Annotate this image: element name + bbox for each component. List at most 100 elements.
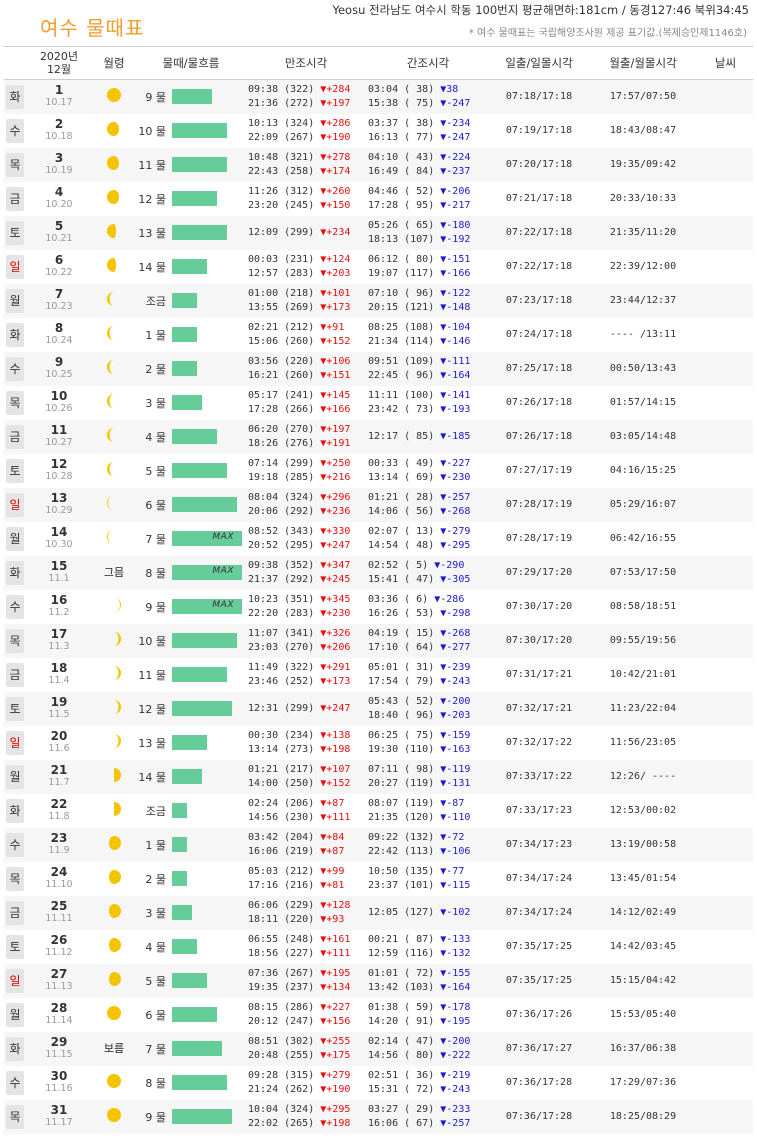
low-tide-2-diff: ▼-146 [440, 335, 471, 347]
day-number: 13 [50, 491, 68, 505]
moonrise-moonset: 11:23/22:04 [588, 691, 698, 726]
tide-bar: MAX [172, 565, 242, 580]
high-tide-1-diff: ▼+284 [320, 83, 351, 95]
lunar-date: 11.5 [48, 709, 70, 720]
moon-phase-icon [107, 1074, 121, 1088]
table-row: 목 3 10.19 11 물 10:48 (321) ▼+278 22:43 (2… [4, 147, 753, 182]
moon-phase-label: 보름 [103, 1041, 125, 1055]
low-tide-1-diff: ▼-72 [440, 831, 465, 843]
moon-phase-icon [109, 972, 121, 986]
low-tide-2-diff: ▼-164 [440, 981, 471, 993]
high-tide-2-diff: ▼+245 [320, 573, 351, 585]
low-tide-1: 02:14 ( 47) [368, 1035, 435, 1047]
high-tide-2-diff: ▼+151 [320, 369, 351, 381]
low-tide-2-diff: ▼-243 [440, 1083, 471, 1095]
weather-cell [698, 895, 753, 930]
high-tide-2: 22:20 (283) [248, 607, 315, 619]
low-tide-1-diff: ▼-151 [440, 253, 471, 265]
moonrise-moonset: 11:56/23:05 [609, 737, 677, 748]
lunar-date: 11.4 [48, 675, 70, 686]
high-tide-1-diff: ▼+195 [320, 967, 351, 979]
day-number: 8 [54, 321, 64, 335]
high-tide-2: 17:16 (216) [248, 879, 315, 891]
low-tide-1-diff: ▼-239 [440, 661, 471, 673]
moon-phase-icon [109, 938, 121, 952]
tide-bar [172, 837, 187, 852]
high-tide-1-diff: ▼+260 [320, 185, 351, 197]
high-tide-2: 20:48 (255) [248, 1049, 315, 1061]
lunar-date: 11.6 [48, 743, 70, 754]
high-tide-1: 08:52 (343) [248, 525, 315, 537]
high-tide-2-diff: ▼+190 [320, 131, 351, 143]
moonrise-moonset: 23:44/12:37 [588, 283, 698, 318]
high-tide-1: 00:30 (234) [248, 729, 315, 741]
low-tide-2: 21:35 (120) [368, 811, 435, 823]
low-tide-1: 04:10 ( 43) [368, 151, 435, 163]
sunrise-sunset: 07:33/17:22 [490, 759, 588, 794]
tide-name: 10 물 [138, 634, 166, 648]
tide-bar [172, 1041, 222, 1056]
tide-name: 14 물 [138, 770, 166, 784]
low-tide-1-diff: ▼-141 [440, 389, 471, 401]
table-row: 수 30 11.16 8 물 09:28 (315) ▼+279 21:24 (2… [4, 1066, 753, 1100]
lunar-date: 10.23 [45, 301, 73, 312]
moon-phase-icon [109, 870, 121, 884]
tide-name: 12 물 [138, 192, 166, 206]
high-tide-2: 22:02 (265) [248, 1117, 315, 1129]
high-tide-2: 14:56 (230) [248, 811, 315, 823]
lunar-date: 11.9 [48, 845, 70, 856]
sunrise-sunset: 07:32/17:21 [490, 691, 588, 726]
high-tide-1: 05:03 (212) [248, 865, 315, 877]
tide-name: 3 물 [145, 906, 166, 920]
high-tide-2: 21:37 (292) [248, 573, 315, 585]
table-row: 화 22 11.8 조금 02:24 (206) ▼+87 14:56 (230)… [4, 794, 753, 828]
moonrise-moonset: 15:15/04:42 [588, 963, 698, 998]
tide-name: 11 물 [138, 668, 166, 682]
high-tide-1-diff: ▼+197 [320, 423, 351, 435]
high-tide-1-diff: ▼+247 [320, 702, 351, 714]
moonrise-moonset: 00:50/13:43 [588, 351, 698, 386]
page-title: 여수 물때표 [40, 16, 145, 40]
low-tide-1: 08:07 (119) [368, 797, 435, 809]
moon-phase-icon [114, 700, 121, 714]
sunrise-sunset: 07:29/17:20 [490, 555, 588, 590]
max-badge: MAX [212, 566, 234, 576]
tide-name: 10 물 [138, 124, 166, 138]
day-number: 23 [50, 831, 68, 845]
weather-header: 날씨 [698, 46, 753, 80]
sunrise-sunset: 07:33/17:23 [505, 805, 573, 816]
tide-bar [172, 803, 187, 818]
tide-bar [172, 701, 232, 716]
day-number: 20 [50, 729, 68, 743]
weekday: 토 [6, 934, 24, 959]
table-row: 목 10 10.26 3 물 05:17 (241) ▼+145 17:28 (2… [4, 386, 753, 420]
high-tide-2-diff: ▼+111 [320, 811, 351, 823]
weekday: 월 [6, 288, 24, 313]
weather-cell [698, 454, 753, 488]
tide-bar [172, 939, 197, 954]
weather-cell [698, 79, 753, 114]
tide-name: 8 물 [145, 1076, 166, 1090]
lunar-date: 11.16 [45, 1083, 73, 1094]
weather-cell [698, 283, 753, 318]
weather-cell [698, 114, 753, 148]
lunar-date: 11.1 [48, 573, 70, 584]
tide-name: 5 물 [145, 974, 166, 988]
low-tide-2-diff: ▼-193 [440, 403, 471, 415]
tide-bar [172, 429, 217, 444]
moon-phase-icon [107, 224, 116, 238]
low-tide-2-diff: ▼-247 [440, 97, 471, 109]
low-tide-1-diff: ▼-122 [440, 287, 471, 299]
lunar-date: 10.18 [45, 131, 73, 142]
lunar-date: 11.15 [45, 1049, 73, 1060]
tide-name: 조금 [145, 804, 166, 818]
table-row: 목 31 11.17 9 물 10:04 (324) ▼+295 22:02 (2… [4, 1099, 753, 1134]
high-tide-1-diff: ▼+161 [320, 933, 351, 945]
table-header: 2020년 12월 월령 물때/물흐름 만조시각 간조시각 일출/일몰시각 월출/… [4, 46, 753, 80]
tide-name: 9 물 [145, 1110, 166, 1124]
tide-name: 9 물 [145, 90, 166, 104]
moonrise-moonset: 22:39/12:00 [609, 261, 677, 272]
low-tide-1: 01:38 ( 59) [368, 1001, 435, 1013]
day-number: 28 [50, 1001, 68, 1015]
tide-bar [172, 157, 227, 172]
